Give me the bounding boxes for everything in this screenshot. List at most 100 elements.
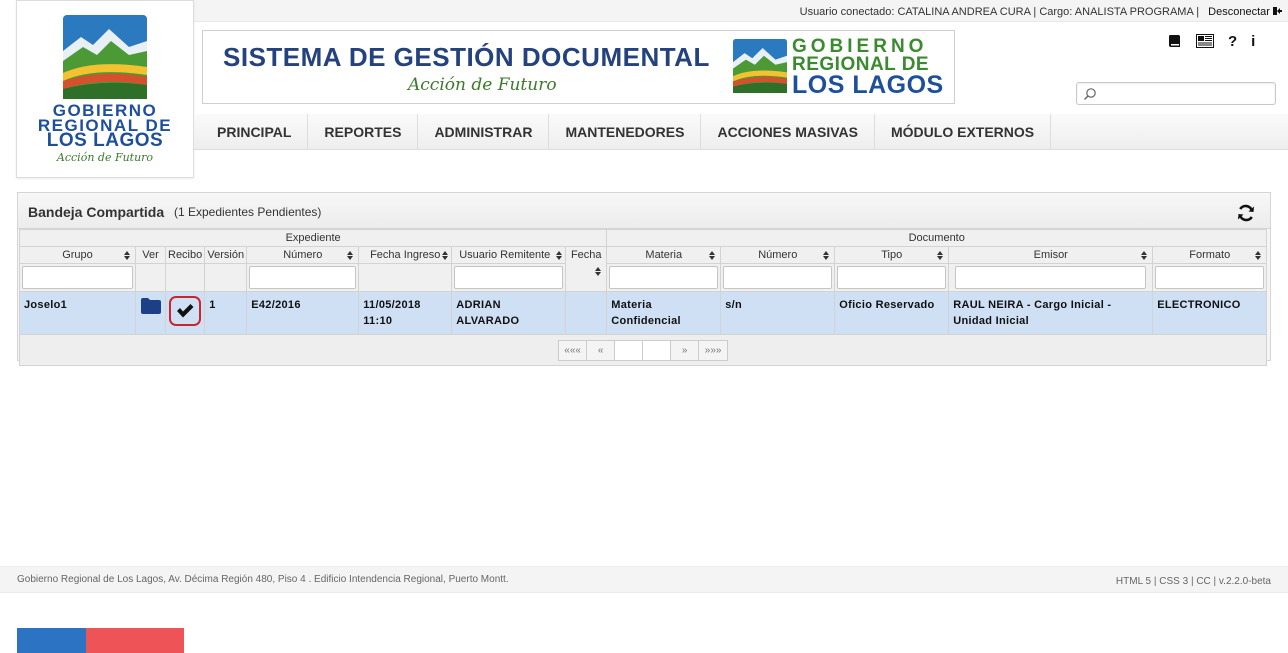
logout-icon <box>1273 7 1282 15</box>
filter-cell <box>451 263 567 292</box>
col-fecha-label: Fecha <box>570 249 602 261</box>
nav-administrar[interactable]: ADMINISTRAR <box>418 113 550 150</box>
page: Usuario conectado: CATALINA ANDREA CURA … <box>0 0 1288 653</box>
col-formato[interactable]: Formato <box>1152 246 1268 264</box>
user-info: Usuario conectado: CATALINA ANDREA CURA … <box>800 6 1282 18</box>
panel-header: Bandeja Compartida (1 Expedientes Pendie… <box>18 193 1270 229</box>
cell-tipo: Oficio Reservado <box>834 291 950 335</box>
col-numero[interactable]: Número <box>246 246 360 264</box>
col-ver: Ver <box>135 246 166 264</box>
col-emisor[interactable]: Emisor <box>948 246 1154 264</box>
col-grupo-label: Grupo <box>62 249 93 261</box>
filter-numero-input[interactable] <box>249 266 357 289</box>
inbox-table: Expediente Documento Grupo Ver Recibo Ve… <box>18 229 1268 366</box>
filter-row <box>19 263 1268 292</box>
col-fecha-ingreso[interactable]: Fecha Ingreso <box>358 246 453 264</box>
col-doc-numero[interactable]: Número <box>720 246 836 264</box>
table-row[interactable]: Joselo1 1 E42/2016 11/05/2018 11:10 ADRI… <box>19 291 1268 335</box>
filter-doc-numero-input[interactable] <box>723 266 833 289</box>
pager-first-button[interactable]: ««« <box>559 340 588 360</box>
col-usuario-remitente[interactable]: Usuario Remitente <box>451 246 567 264</box>
sort-icon <box>442 251 449 260</box>
shared-inbox-panel: Bandeja Compartida (1 Expedientes Pendie… <box>17 192 1271 366</box>
banner-gob-text: GOBIERNO REGIONAL DE LOS LAGOS <box>792 37 944 98</box>
banner-subtitle: Acción de Futuro <box>408 75 557 95</box>
logo[interactable]: GOBIERNO REGIONAL DE LOS LAGOS Acción de… <box>16 0 194 178</box>
system-banner: SISTEMA DE GESTIÓN DOCUMENTAL Acción de … <box>202 30 955 104</box>
user-name: CATALINA ANDREA CURA <box>897 6 1031 18</box>
sort-icon <box>347 251 354 260</box>
footer: Gobierno Regional de Los Lagos, Av. Déci… <box>0 566 1288 593</box>
receipt-check-button[interactable] <box>169 296 202 326</box>
sort-icon <box>124 251 130 260</box>
pager-last-button[interactable]: »»» <box>699 341 727 360</box>
logout-link[interactable]: Desconectar <box>1208 6 1282 18</box>
pager-prev-button[interactable]: « <box>587 340 616 360</box>
sort-icon <box>595 267 602 276</box>
group-documento: Documento <box>606 229 1268 247</box>
filter-grupo-input[interactable] <box>22 266 133 289</box>
col-materia[interactable]: Materia <box>606 246 722 264</box>
pending-count: (1 Expedientes Pendientes) <box>174 205 322 219</box>
sort-icon <box>709 251 716 260</box>
filter-materia-input[interactable] <box>609 266 719 289</box>
logo-line3: LOS LAGOS <box>46 130 164 151</box>
logo-text: GOBIERNO REGIONAL DE LOS LAGOS <box>17 102 193 151</box>
logout-label: Desconectar <box>1208 6 1270 18</box>
filter-cell <box>246 263 360 292</box>
nav-principal[interactable]: PRINCIPAL <box>194 113 309 150</box>
pager: ««« « » »»» <box>558 339 729 361</box>
col-fecha-ingreso-label: Fecha Ingreso <box>370 249 441 261</box>
column-header-row: Grupo Ver Recibo Versión Número Fecha In… <box>19 246 1268 292</box>
col-numero-label: Número <box>283 249 323 261</box>
filter-cell <box>135 263 166 292</box>
col-tipo[interactable]: Tipo <box>834 246 950 264</box>
cell-doc-numero: s/n <box>720 291 836 335</box>
nav-reportes[interactable]: REPORTES <box>308 113 419 150</box>
nav-acciones-masivas[interactable]: ACCIONES MASIVAS <box>701 113 875 150</box>
newspaper-icon[interactable] <box>1196 34 1214 48</box>
top-bar: Usuario conectado: CATALINA ANDREA CURA … <box>194 0 1288 22</box>
group-expediente: Expediente <box>18 229 608 247</box>
filter-cell <box>1152 263 1268 292</box>
col-fecha[interactable]: Fecha <box>565 246 608 292</box>
search-icon <box>1084 88 1096 100</box>
logo-tagline: Acción de Futuro <box>56 151 154 164</box>
cell-numero: E42/2016 <box>246 291 360 335</box>
folder-icon[interactable] <box>140 298 161 314</box>
cell-emisor: RAUL NEIRA - Cargo Inicial - Unidad Inic… <box>948 291 1154 335</box>
check-icon <box>177 304 194 318</box>
cell-formato: ELECTRONICO <box>1152 291 1268 335</box>
cell-grupo: Joselo1 <box>19 291 136 335</box>
nav-mantenedores[interactable]: MANTENEDORES <box>549 113 702 150</box>
col-materia-label: Materia <box>645 249 683 261</box>
filter-cell <box>606 263 722 292</box>
filter-usuario-input[interactable] <box>454 266 564 289</box>
filter-cell <box>164 263 206 292</box>
help-icon[interactable]: ? <box>1228 33 1237 50</box>
filter-cell <box>948 263 1154 292</box>
user-label: Usuario conectado: <box>799 6 895 18</box>
footer-tech: HTML 5 | CSS 3 | CC | v.2.2.0-beta <box>1115 576 1271 587</box>
cell-ver <box>135 291 166 335</box>
pager-cell: ««« « » »»» <box>18 334 1268 366</box>
refresh-icon[interactable] <box>1236 203 1256 223</box>
main-nav: PRINCIPAL REPORTES ADMINISTRAR MANTENEDO… <box>194 113 1288 150</box>
sort-icon <box>1141 251 1148 260</box>
sort-icon <box>823 251 830 260</box>
sort-icon <box>556 251 563 260</box>
info-icon[interactable]: i <box>1251 33 1255 50</box>
filter-formato-input[interactable] <box>1155 266 1265 289</box>
col-formato-label: Formato <box>1189 249 1231 261</box>
nav-modulo-externos[interactable]: MÓDULO EXTERNOS <box>875 113 1052 150</box>
col-tipo-label: Tipo <box>881 249 903 261</box>
cell-materia: Materia Confidencial <box>606 291 722 335</box>
role-label: Cargo: <box>1039 6 1073 18</box>
filter-cell <box>19 263 136 292</box>
search-input[interactable] <box>1076 82 1276 105</box>
book-icon[interactable] <box>1168 34 1182 48</box>
pager-next-button[interactable]: » <box>671 340 700 360</box>
filter-emisor-input[interactable] <box>955 266 1147 289</box>
filter-tipo-input[interactable] <box>837 266 947 289</box>
col-grupo[interactable]: Grupo <box>19 246 136 264</box>
